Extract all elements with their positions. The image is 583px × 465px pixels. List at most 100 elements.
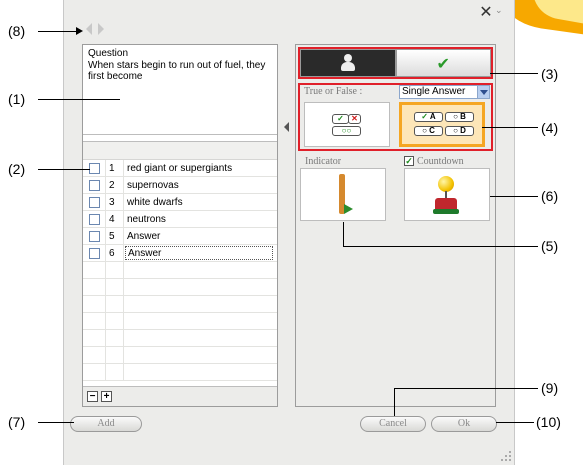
question-heading: Question (88, 48, 129, 59)
callout-line (490, 73, 538, 74)
answer-text[interactable]: white dwarfs (127, 197, 183, 208)
callout-3: (3) (541, 66, 559, 82)
callout-5: (5) (541, 238, 559, 254)
callout-9: (9) (541, 380, 559, 396)
callout-line (38, 169, 90, 170)
tab-answer-check[interactable]: ✔ (395, 49, 491, 77)
callout-7: (7) (8, 414, 26, 430)
answer-text-editing[interactable]: Answer (125, 246, 273, 260)
callout-10: (10) (536, 414, 561, 430)
empty-row (83, 330, 277, 347)
callout-2: (2) (8, 161, 26, 177)
answer-mode-value: Single Answer (402, 86, 466, 97)
question-text: When stars begin to run out of fuel, the… (88, 59, 266, 83)
answer-text[interactable]: Answer (127, 231, 160, 242)
settings-panel: ✔ True or False : Single Answer ✓ ✕ ○○ ✓… (295, 44, 496, 407)
true-false-label: True or False : (304, 86, 363, 97)
empty-row (83, 296, 277, 313)
collapse-panel-icon[interactable] (284, 122, 289, 132)
answer-checkbox[interactable] (89, 214, 100, 225)
previous-question-icon[interactable] (86, 23, 92, 35)
answer-number: 2 (109, 180, 115, 191)
next-question-icon[interactable] (98, 23, 104, 35)
answer-checkbox[interactable] (89, 197, 100, 208)
question-navigation (86, 23, 104, 35)
countdown-checkbox[interactable]: ✓ (404, 156, 414, 166)
callout-4: (4) (541, 120, 559, 136)
answer-row[interactable]: 3 white dwarfs (83, 194, 277, 211)
empty-row (83, 279, 277, 296)
ok-button[interactable]: Ok (431, 416, 497, 432)
title-bar (64, 0, 514, 22)
multiple-choice-icon: ✓ A ○ B ○ C ○ D (414, 112, 474, 140)
callout-1: (1) (8, 91, 26, 107)
empty-row (83, 262, 277, 279)
timer-bell-icon (438, 176, 454, 192)
countdown-label: Countdown (417, 156, 464, 167)
callout-line (343, 222, 344, 247)
add-row-icon[interactable]: + (101, 391, 112, 402)
tab-student[interactable] (300, 49, 396, 77)
callout-line (394, 388, 538, 389)
indicator-button[interactable] (300, 168, 386, 221)
callout-6: (6) (541, 188, 559, 204)
close-icon[interactable]: ✕ (478, 4, 494, 20)
true-false-type-button[interactable]: ✓ ✕ ○○ (304, 102, 390, 147)
answer-row[interactable]: 6 Answer (83, 245, 277, 262)
flag-icon (344, 204, 353, 214)
answer-text[interactable]: neutrons (127, 214, 166, 225)
callout-line (38, 422, 74, 423)
chevron-down-icon[interactable] (477, 86, 489, 98)
cancel-button[interactable]: Cancel (360, 416, 426, 432)
callout-line (38, 99, 120, 100)
empty-row (83, 313, 277, 330)
grid-footer: − + (83, 386, 277, 406)
multiple-choice-type-button[interactable]: ✓ A ○ B ○ C ○ D (399, 102, 485, 147)
countdown-button[interactable] (404, 168, 490, 221)
callout-line (482, 127, 538, 128)
question-text-area[interactable]: Question When stars begin to run out of … (83, 45, 277, 135)
answer-row[interactable]: 2 supernovas (83, 177, 277, 194)
answer-row[interactable]: 1 red giant or supergiants (83, 160, 277, 177)
mc-label-d: D (460, 126, 466, 135)
mc-label-b: B (460, 112, 466, 121)
answer-number: 1 (109, 163, 115, 174)
empty-row (83, 364, 277, 381)
mc-label-c: C (429, 126, 435, 135)
resize-grip-icon[interactable] (500, 450, 512, 462)
answer-row[interactable]: 4 neutrons (83, 211, 277, 228)
answer-row[interactable]: 5 Answer (83, 228, 277, 245)
empty-row (83, 347, 277, 364)
question-type-section: True or False : Single Answer ✓ ✕ ○○ ✓ A… (298, 83, 493, 151)
mode-tabs: ✔ (298, 47, 493, 79)
answer-number: 6 (109, 248, 115, 259)
answer-number: 3 (109, 197, 115, 208)
answer-checkbox[interactable] (89, 180, 100, 191)
true-false-icon: ✓ ✕ ○○ (328, 113, 368, 137)
callout-line (496, 422, 534, 423)
answer-mode-select[interactable]: Single Answer (399, 85, 490, 99)
callout-line (38, 31, 78, 32)
answer-checkbox[interactable] (89, 163, 100, 174)
answer-number: 5 (109, 231, 115, 242)
answer-grid-header (83, 142, 277, 160)
person-icon (340, 54, 355, 72)
answer-text[interactable]: supernovas (127, 180, 179, 191)
collapse-icon[interactable]: ⌄ (495, 5, 503, 17)
remove-row-icon[interactable]: − (87, 391, 98, 402)
answer-number: 4 (109, 214, 115, 225)
answer-checkbox[interactable] (89, 248, 100, 259)
mc-label-a: A (429, 112, 436, 121)
callout-line (343, 246, 538, 247)
callout-8: (8) (8, 23, 26, 39)
callout-line (490, 196, 538, 197)
checkmark-icon: ✔ (436, 53, 450, 73)
answer-checkbox[interactable] (89, 231, 100, 242)
answer-text[interactable]: red giant or supergiants (127, 163, 232, 174)
answer-grid: 1 red giant or supergiants 2 supernovas … (83, 141, 277, 386)
question-editor-window: ✕ ⌄ Question When stars begin to run out… (63, 0, 515, 465)
add-button[interactable]: Add (70, 416, 142, 432)
indicator-label: Indicator (305, 156, 342, 167)
callout-arrow (76, 27, 83, 35)
callout-line (394, 388, 395, 416)
